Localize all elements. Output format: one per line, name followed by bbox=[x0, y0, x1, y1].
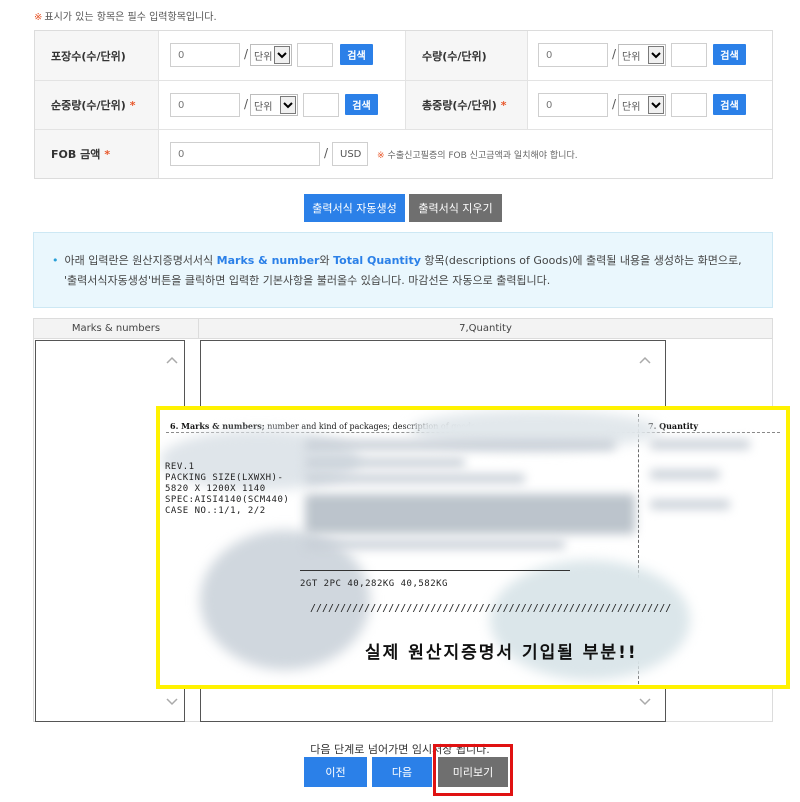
quantity-label: 수량(수/단위) bbox=[405, 31, 528, 80]
preview-caption: 실제 원산지증명서 기입될 부분!! bbox=[365, 643, 638, 663]
chevron-down-icon bbox=[280, 96, 296, 114]
fob-label: FOB 금액 * bbox=[35, 130, 159, 178]
scroll-up-icon[interactable] bbox=[639, 355, 651, 365]
preview-line: CASE NO.:1/1, 2/2 bbox=[165, 506, 266, 516]
info-line-2: '출력서식자동생성'버튼을 클릭하면 입력한 기본사항을 불러올수 있습니다. … bbox=[64, 274, 551, 287]
fob-currency-field: USD bbox=[332, 142, 368, 166]
fob-amount-input[interactable]: 0 bbox=[170, 142, 320, 166]
blur-region bbox=[200, 530, 370, 670]
packages-count-input[interactable]: 0 bbox=[170, 43, 240, 67]
net-weight-slash: / bbox=[244, 97, 249, 111]
gross-weight-search-button[interactable]: 검색 bbox=[713, 94, 746, 115]
certificate-preview-image: 6. Marks & numbers; number and kind of p… bbox=[156, 406, 790, 689]
auto-generate-button[interactable]: 출력서식 자동생성 bbox=[304, 194, 405, 222]
quantity-count-input[interactable]: 0 bbox=[538, 43, 608, 67]
packages-label: 포장수(수/단위) bbox=[35, 31, 159, 80]
net-weight-label: 순중량(수/단위) * bbox=[35, 81, 159, 129]
required-note: ※ 표시가 있는 항목은 필수 입력항목입니다. bbox=[34, 8, 217, 23]
preview-line: PACKING SIZE(LXWXH)- bbox=[165, 473, 284, 483]
net-weight-input[interactable]: 0 bbox=[170, 93, 240, 117]
info-box: • 아래 입력란은 원산지증명서서식 Marks & number와 Total … bbox=[33, 232, 773, 308]
fob-note: ※ 수출신고필증의 FOB 신고금액과 일치해야 합니다. bbox=[377, 151, 578, 161]
blur-region bbox=[305, 458, 465, 467]
form-row-packages-quantity: 포장수(수/단위) 0 / 단위 검색 수량(수/단위) 0 / 단위 검색 bbox=[35, 31, 772, 81]
scroll-down-icon[interactable] bbox=[166, 697, 178, 707]
prev-button[interactable]: 이전 bbox=[304, 757, 367, 787]
next-button[interactable]: 다음 bbox=[372, 757, 432, 787]
preview-weights: 2GT 2PC 40,282KG 40,582KG bbox=[300, 579, 448, 589]
form-row-weights: 순중량(수/단위) * 0 / 단위 검색 총중량(수/단위) * 0 / 단위 검… bbox=[35, 81, 772, 130]
packages-search-button[interactable]: 검색 bbox=[340, 44, 373, 65]
preview-line: SPEC:AISI4140(SCM440) bbox=[165, 495, 290, 505]
preview-rule bbox=[300, 570, 570, 571]
gross-weight-slash: / bbox=[612, 97, 617, 111]
blur-region bbox=[650, 500, 730, 509]
blur-region bbox=[650, 440, 750, 449]
scroll-up-icon[interactable] bbox=[166, 355, 178, 365]
required-mark: ※ bbox=[34, 12, 43, 23]
quantity-search-button[interactable]: 검색 bbox=[713, 44, 746, 65]
net-weight-unit-select[interactable]: 단위 bbox=[250, 94, 298, 116]
form-row-fob: FOB 금액 * 0 / USD ※ 수출신고필증의 FOB 신고금액과 일치해야 … bbox=[35, 130, 772, 178]
grid-header-quantity: 7,Quantity bbox=[199, 319, 772, 339]
fob-slash: / bbox=[324, 146, 329, 160]
preview-line: 5820 X 1200X 1140 bbox=[165, 484, 266, 494]
clear-format-button[interactable]: 출력서식 지우기 bbox=[409, 194, 502, 222]
info-line-1: • 아래 입력란은 원산지증명서서식 Marks & number와 Total … bbox=[52, 254, 742, 267]
scroll-down-icon[interactable] bbox=[639, 697, 651, 707]
chevron-down-icon bbox=[274, 46, 290, 64]
preview-closing-line: ////////////////////////////////////////… bbox=[310, 603, 672, 614]
net-weight-unit-input[interactable] bbox=[303, 93, 339, 117]
quantity-slash: / bbox=[612, 47, 617, 61]
chevron-down-icon bbox=[648, 46, 664, 64]
net-weight-search-button[interactable]: 검색 bbox=[345, 94, 378, 115]
gross-weight-unit-input[interactable] bbox=[671, 93, 707, 117]
preview-line: REV.1 bbox=[165, 462, 195, 472]
packages-slash: / bbox=[244, 47, 249, 61]
quantity-unit-select[interactable]: 단위 bbox=[618, 44, 666, 66]
blur-region bbox=[305, 440, 615, 450]
blur-region bbox=[305, 540, 565, 549]
next-step-note: 다음 단계로 넘어가면 임시저장 됩니다. bbox=[310, 743, 490, 756]
quantity-unit-input[interactable] bbox=[671, 43, 707, 67]
gross-weight-label: 총중량(수/단위) * bbox=[405, 81, 528, 129]
packages-unit-select[interactable]: 단위 bbox=[250, 44, 292, 66]
gross-weight-input[interactable]: 0 bbox=[538, 93, 608, 117]
cargo-form: 포장수(수/단위) 0 / 단위 검색 수량(수/단위) 0 / 단위 검색 순… bbox=[34, 30, 773, 179]
blur-region bbox=[305, 474, 525, 483]
grid-header-marks: Marks & numbers bbox=[34, 319, 199, 339]
blur-region bbox=[650, 470, 720, 479]
annotation-highlight-box bbox=[433, 744, 513, 796]
chevron-down-icon bbox=[648, 96, 664, 114]
gross-weight-unit-select[interactable]: 단위 bbox=[618, 94, 666, 116]
required-note-text: 표시가 있는 항목은 필수 입력항목입니다. bbox=[44, 12, 217, 23]
packages-unit-input[interactable] bbox=[297, 43, 333, 67]
blur-region bbox=[305, 494, 635, 534]
